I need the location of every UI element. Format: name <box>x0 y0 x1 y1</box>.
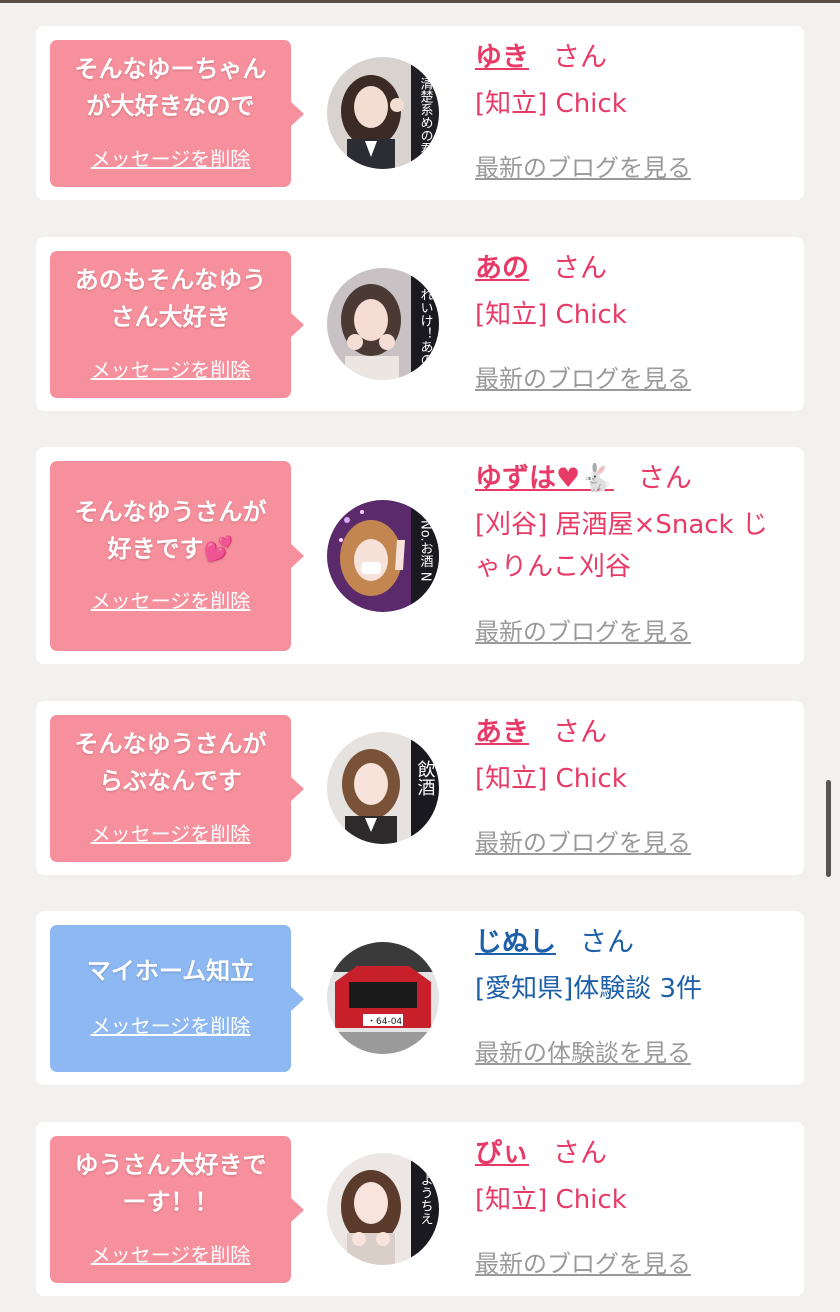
shop-label: [知立] Chick <box>475 1185 627 1215</box>
latest-blog-link[interactable]: 最新のブログを見る <box>475 1244 691 1279</box>
user-info: ぴぃ さん [知立] Chick 最新のブログを見る <box>475 1137 790 1278</box>
avatar[interactable]: 飲酒 <box>327 732 439 844</box>
avatar[interactable]: 清楚系めの君 <box>327 57 439 169</box>
message-text: そんなゆーちゃん が大好きなので <box>74 55 267 120</box>
message-card: マイホーム知立 メッセージを削除 ・64-04 じぬし さん [愛知県]体験談 3… <box>36 911 804 1085</box>
delete-message-link[interactable]: メッセージを削除 <box>50 143 291 172</box>
message-text: そんなゆうさんが 好きです💕 <box>74 498 267 563</box>
message-bubble: あのもそんなゆう さん大好き メッセージを削除 <box>50 251 304 398</box>
svg-text:No.お酒 N: No.お酒 N <box>418 520 434 581</box>
message-text: あのもそんなゆう さん大好き <box>74 266 267 331</box>
svg-text:ようちえ: ようちえ <box>418 1173 433 1225</box>
svg-text:・64-04: ・64-04 <box>367 1017 402 1027</box>
honorific: さん <box>637 463 692 494</box>
avatar[interactable]: No.お酒 N <box>327 500 439 612</box>
message-card: あのもそんなゆう さん大好き メッセージを削除 れいけ！あの あの さん [知立]… <box>36 237 804 411</box>
user-info: あの さん [知立] Chick 最新のブログを見る <box>475 252 790 393</box>
delete-message-link[interactable]: メッセージを削除 <box>50 818 291 847</box>
avatar[interactable]: ・64-04 <box>327 942 439 1054</box>
user-name-link[interactable]: あき <box>475 717 529 748</box>
honorific: さん <box>553 1138 607 1169</box>
avatar[interactable]: れいけ！あの <box>327 268 439 380</box>
message-bubble: ゆうさん大好きで ーす！！ メッセージを削除 <box>50 1136 304 1283</box>
message-card: そんなゆーちゃん が大好きなので メッセージを削除 清楚系めの君 ゆき さん [知… <box>36 26 804 200</box>
message-card: そんなゆうさんが 好きです💕 メッセージを削除 No.お酒 N ゆずは♥🐇 さん … <box>36 447 804 664</box>
user-name-link[interactable]: ぴぃ <box>475 1138 529 1169</box>
message-bubble: そんなゆうさんが らぶなんです メッセージを削除 <box>50 715 304 862</box>
user-name-link[interactable]: ゆずは♥🐇 <box>475 463 614 494</box>
message-bubble: マイホーム知立 メッセージを削除 <box>50 925 304 1072</box>
latest-blog-link[interactable]: 最新のブログを見る <box>475 612 691 647</box>
user-info: じぬし さん [愛知県]体験談 3件 最新の体験談を見る <box>475 926 790 1067</box>
shop-label: [愛知県]体験談 3件 <box>475 974 703 1004</box>
shop-label: [知立] Chick <box>475 300 627 330</box>
honorific: さん <box>553 42 607 73</box>
message-bubble: そんなゆーちゃん が大好きなので メッセージを削除 <box>50 40 304 187</box>
latest-review-link[interactable]: 最新の体験談を見る <box>475 1033 691 1068</box>
user-info: ゆき さん [知立] Chick 最新のブログを見る <box>475 41 790 182</box>
honorific: さん <box>553 253 607 284</box>
message-card: そんなゆうさんが らぶなんです メッセージを削除 飲酒 あき さん [知立] Ch… <box>36 701 804 875</box>
user-name-link[interactable]: あの <box>475 253 529 284</box>
avatar[interactable]: ようちえ <box>327 1153 439 1265</box>
message-bubble: そんなゆうさんが 好きです💕 メッセージを削除 <box>50 461 304 651</box>
svg-text:飲酒: 飲酒 <box>415 760 436 796</box>
shop-label: [知立] Chick <box>475 764 627 794</box>
message-text: ゆうさん大好きで ーす！！ <box>74 1151 267 1216</box>
delete-message-link[interactable]: メッセージを削除 <box>50 1010 291 1039</box>
top-border <box>0 0 840 3</box>
shop-label: [知立] Chick <box>475 89 627 119</box>
user-info: ゆずは♥🐇 さん [刈谷] 居酒屋×Snack じゃりんこ刈谷 最新のブログを見る <box>475 462 790 646</box>
user-name-link[interactable]: じぬし <box>475 927 556 958</box>
delete-message-link[interactable]: メッセージを削除 <box>50 354 291 383</box>
svg-text:清楚系めの君: 清楚系めの君 <box>418 77 434 155</box>
user-name-link[interactable]: ゆき <box>475 42 529 73</box>
latest-blog-link[interactable]: 最新のブログを見る <box>475 359 691 394</box>
honorific: さん <box>580 927 634 958</box>
latest-blog-link[interactable]: 最新のブログを見る <box>475 823 691 858</box>
svg-text:れいけ！あの: れいけ！あの <box>418 288 434 366</box>
user-info: あき さん [知立] Chick 最新のブログを見る <box>475 716 790 857</box>
message-card: ゆうさん大好きで ーす！！ メッセージを削除 ようちえ ぴぃ さん [知立] Ch… <box>36 1122 804 1296</box>
shop-label: [刈谷] 居酒屋×Snack じゃりんこ刈谷 <box>475 510 768 582</box>
delete-message-link[interactable]: メッセージを削除 <box>50 1239 291 1268</box>
delete-message-link[interactable]: メッセージを削除 <box>50 585 291 614</box>
scrollbar[interactable] <box>826 780 831 877</box>
message-text: マイホーム知立 <box>86 957 255 985</box>
honorific: さん <box>553 717 607 748</box>
message-text: そんなゆうさんが らぶなんです <box>74 730 267 795</box>
latest-blog-link[interactable]: 最新のブログを見る <box>475 148 691 183</box>
